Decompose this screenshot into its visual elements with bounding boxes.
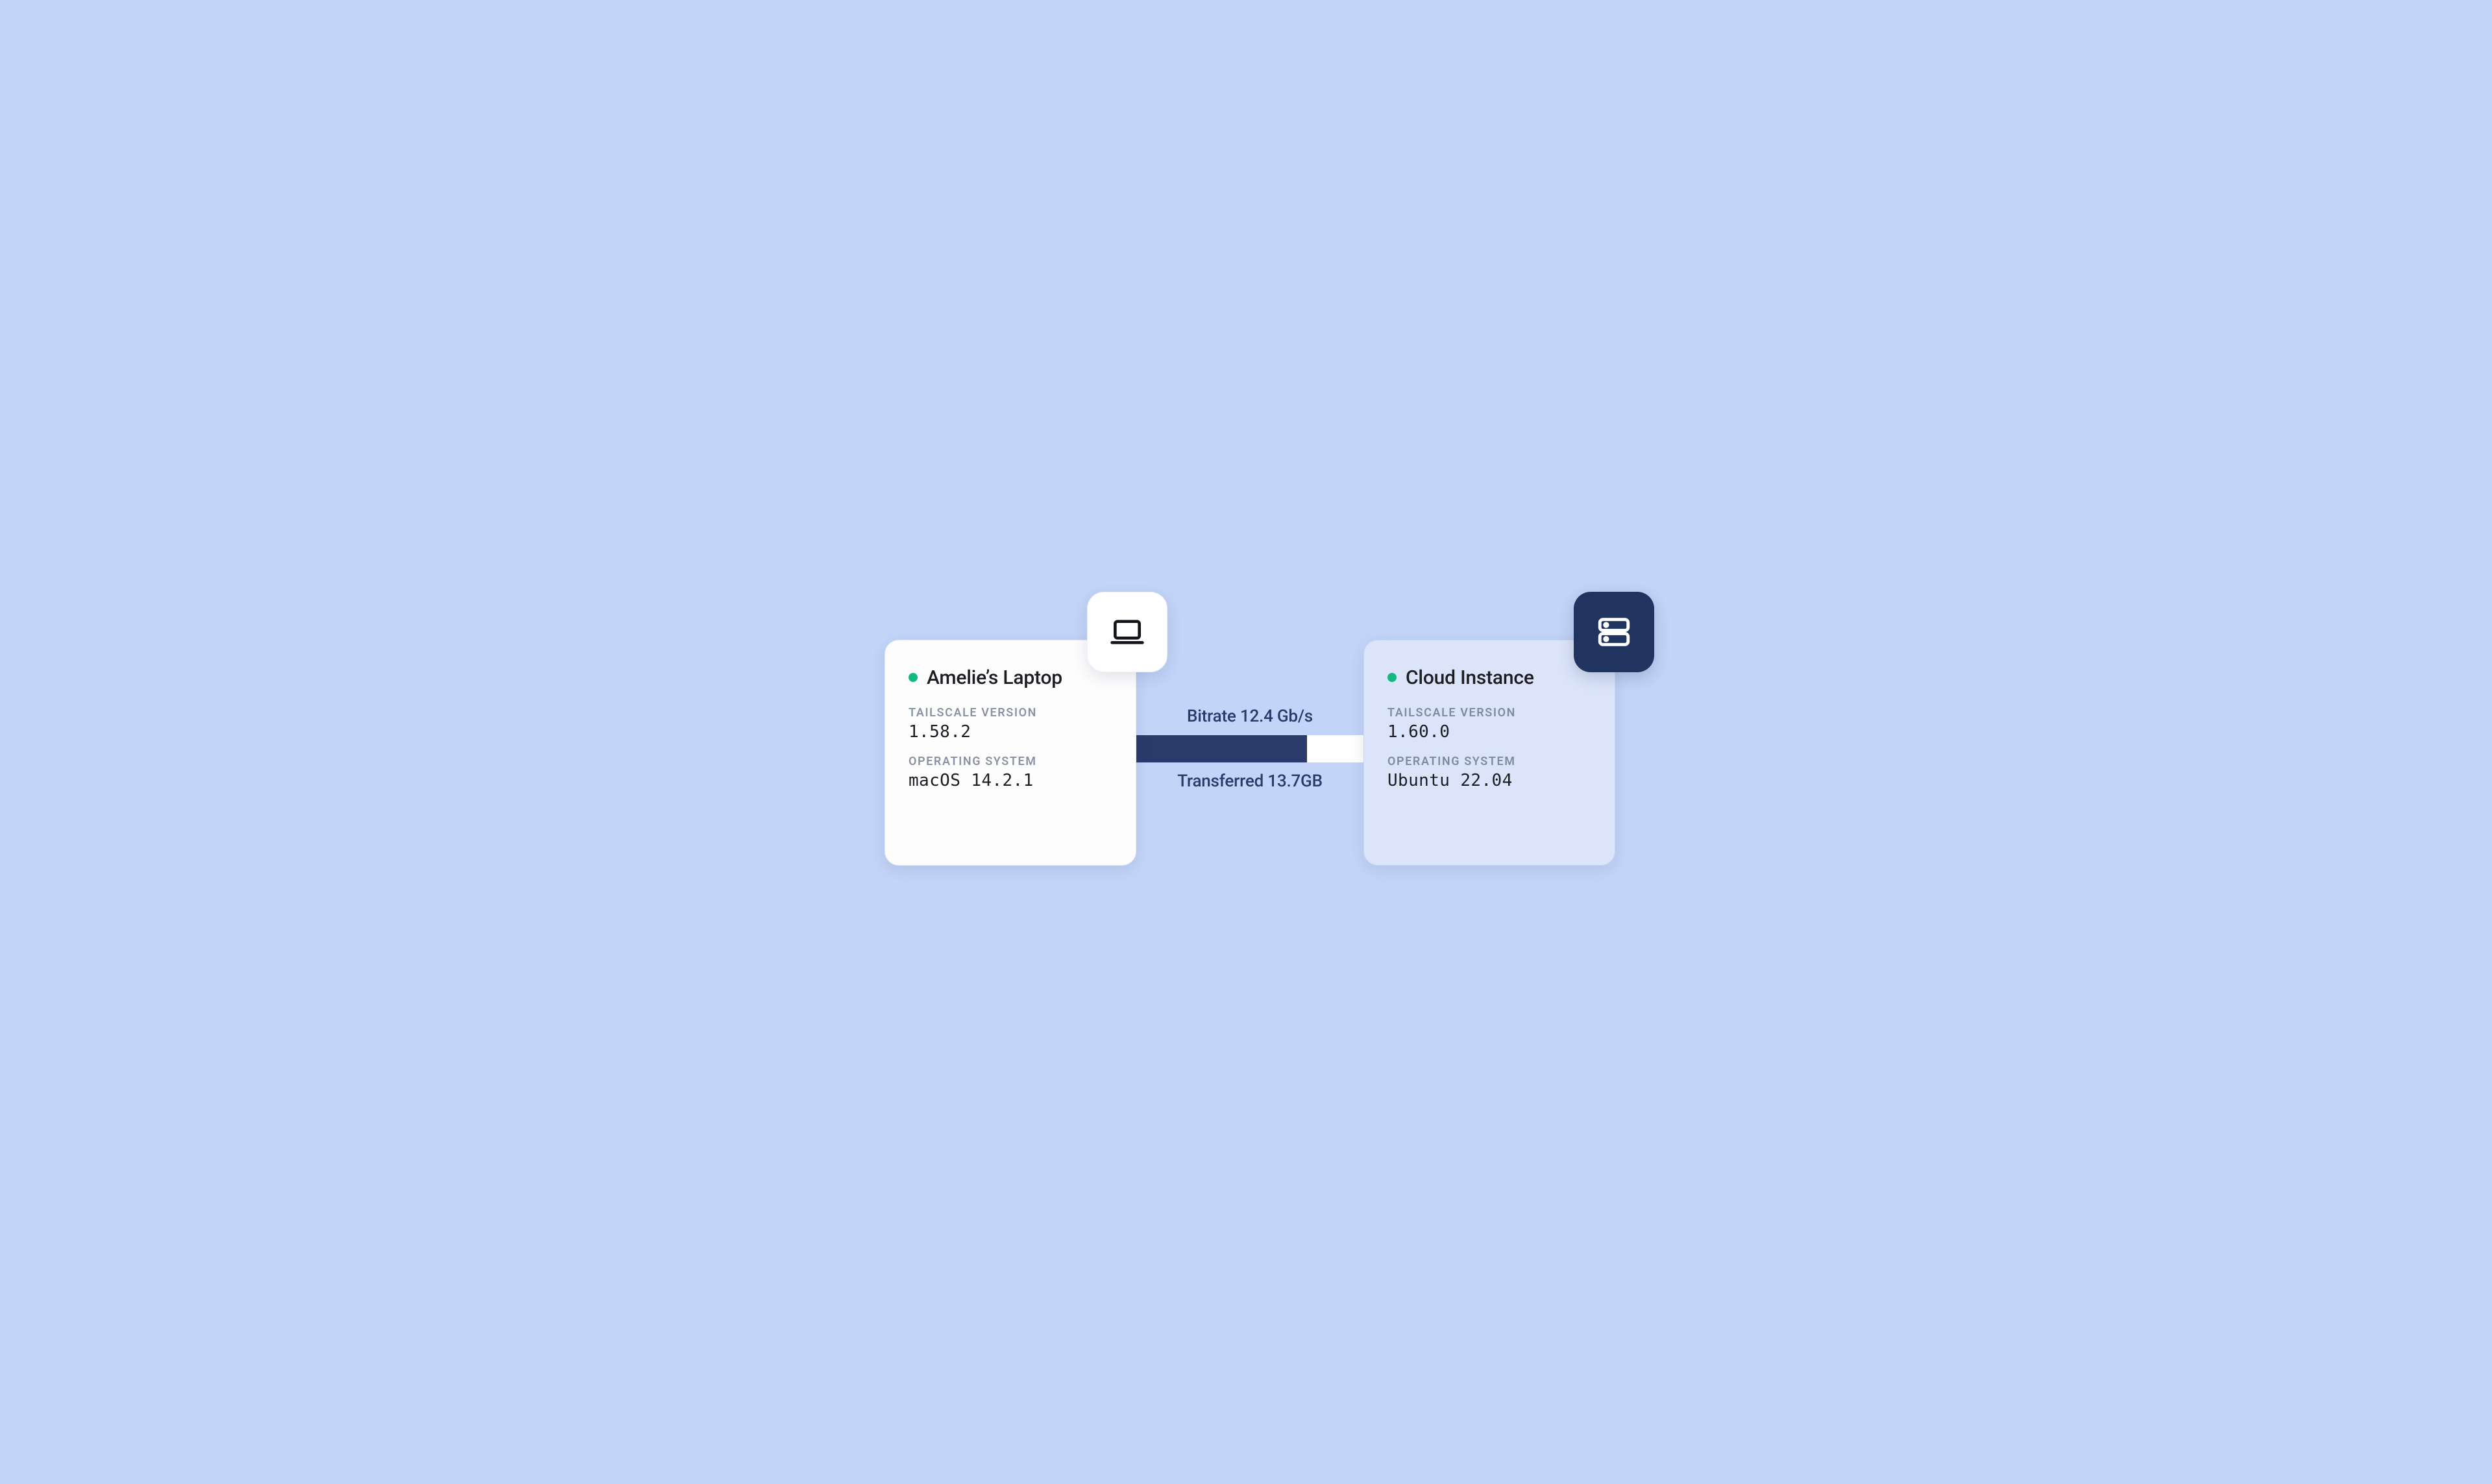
status-dot-icon: [909, 673, 918, 682]
os-label: OPERATING SYSTEM: [909, 755, 1112, 768]
device-name: Cloud Instance: [1406, 666, 1534, 689]
server-icon: [1595, 613, 1633, 651]
laptop-badge: [1087, 592, 1167, 672]
connection-stats: Bitrate 12.4 Gb/s Transferred 13.7GB: [1136, 684, 1363, 814]
os-label: OPERATING SYSTEM: [1387, 755, 1591, 768]
device-card-left: Amelie’s Laptop TAILSCALE VERSION 1.58.2…: [885, 640, 1136, 866]
version-value: 1.58.2: [909, 722, 1112, 742]
card-title-row: Cloud Instance: [1387, 666, 1591, 689]
diagram-stage: Bitrate 12.4 Gb/s Transferred 13.7GB Ame…: [788, 470, 1704, 1015]
card-title-row: Amelie’s Laptop: [909, 666, 1112, 689]
progress-track: [1136, 735, 1363, 762]
bitrate-text: Bitrate 12.4 Gb/s: [1187, 707, 1313, 726]
transferred-text: Transferred 13.7GB: [1177, 772, 1323, 791]
server-badge: [1574, 592, 1654, 672]
version-label: TAILSCALE VERSION: [909, 706, 1112, 720]
os-value: Ubuntu 22.04: [1387, 771, 1591, 790]
device-name: Amelie’s Laptop: [927, 666, 1062, 689]
device-card-right: Cloud Instance TAILSCALE VERSION 1.60.0 …: [1363, 640, 1615, 866]
version-label: TAILSCALE VERSION: [1387, 706, 1591, 720]
status-dot-icon: [1387, 673, 1397, 682]
progress-fill: [1136, 735, 1307, 762]
os-value: macOS 14.2.1: [909, 771, 1112, 790]
version-value: 1.60.0: [1387, 722, 1591, 742]
laptop-icon: [1109, 614, 1145, 650]
